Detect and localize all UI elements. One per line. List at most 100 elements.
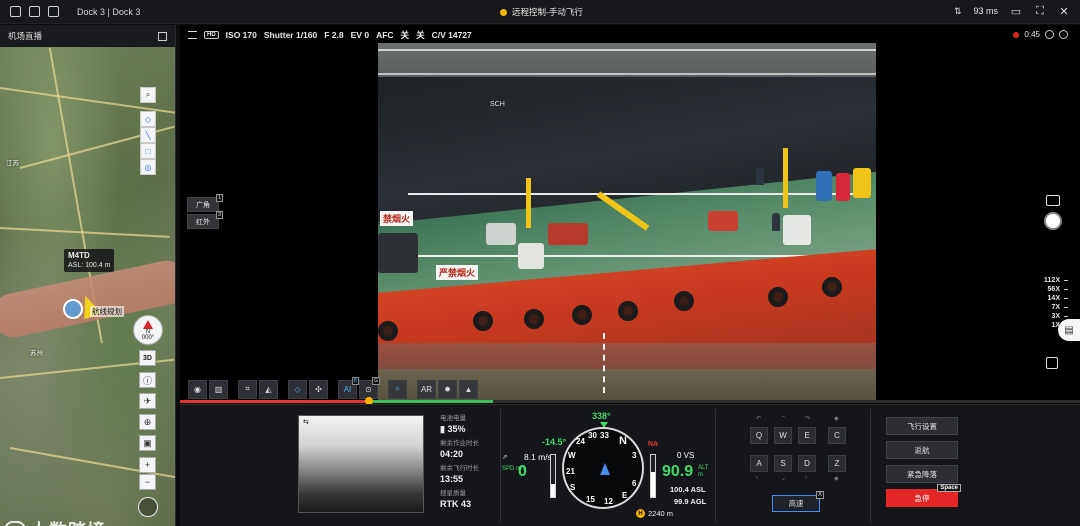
ai-icon[interactable]: AI B bbox=[338, 376, 359, 399]
fullscreen-icon[interactable]: ⛶ bbox=[1034, 5, 1046, 17]
lens-ir-button[interactable]: 红外 3 bbox=[187, 211, 223, 229]
split-icon[interactable]: ▥ bbox=[209, 379, 228, 399]
zoom-level[interactable]: 56X bbox=[1044, 286, 1068, 293]
signal-icon: ⇅ bbox=[953, 5, 962, 16]
menu-icon[interactable] bbox=[188, 31, 197, 39]
draft-marks bbox=[603, 333, 611, 393]
map-compass[interactable]: N 000° bbox=[133, 315, 163, 345]
nav-icon[interactable]: ▲ bbox=[459, 379, 478, 399]
key-q[interactable]: Q bbox=[750, 427, 768, 444]
compass-deg: 000° bbox=[141, 334, 155, 341]
iso-value[interactable]: ISO 170 bbox=[226, 30, 257, 40]
toggle-1[interactable]: 关 bbox=[401, 29, 410, 41]
search-icon[interactable]: ⌕ bbox=[140, 87, 156, 103]
shutter-button[interactable] bbox=[1044, 212, 1062, 230]
layers-icon[interactable]: ▣ bbox=[139, 435, 156, 451]
dial-label: N bbox=[619, 435, 627, 447]
map-orient-icon[interactable] bbox=[138, 497, 158, 517]
divider bbox=[500, 409, 501, 523]
key-z[interactable]: Z bbox=[828, 455, 846, 472]
toggle-2[interactable]: 关 bbox=[416, 29, 425, 41]
square-icon[interactable]: □ bbox=[140, 143, 156, 159]
dial-label: 30 bbox=[588, 431, 597, 440]
rtk-value: RTK 43 bbox=[440, 499, 472, 509]
dock-icon[interactable] bbox=[48, 6, 59, 17]
photo-icon[interactable]: ◉ bbox=[188, 379, 207, 399]
drone-icon[interactable] bbox=[10, 6, 21, 17]
circle-icon[interactable]: ◎ bbox=[140, 159, 156, 175]
progress-timeline[interactable] bbox=[180, 397, 1080, 405]
ar-icon[interactable]: AR bbox=[417, 379, 436, 399]
deck-barrel bbox=[836, 173, 850, 201]
secondary-feed[interactable]: ⇆ bbox=[298, 415, 424, 513]
light-icon[interactable]: ✹ bbox=[438, 379, 457, 399]
focus-frame-icon[interactable] bbox=[1046, 357, 1058, 369]
deck-tank bbox=[783, 215, 811, 245]
speed-mode-button[interactable]: 高速 X bbox=[772, 491, 824, 512]
line-icon[interactable]: ╲ bbox=[140, 127, 156, 143]
zoom-level[interactable]: 14X bbox=[1044, 295, 1068, 302]
down-icon: ⌄ bbox=[781, 476, 787, 482]
pin-icon[interactable]: ◇ bbox=[140, 111, 156, 127]
map-panel-header: 机场直播 bbox=[0, 25, 175, 47]
zoom-out-button[interactable]: − bbox=[139, 474, 156, 490]
live-label: 机场直播 bbox=[8, 31, 43, 41]
fender-tire bbox=[768, 287, 788, 307]
dial-label: 21 bbox=[566, 467, 575, 476]
map-view[interactable]: 江苏 苏州 镇江 ⌕ ◇ ╲ □ ◎ M4TD ASL: 100.4 m 航线规… bbox=[0, 47, 175, 526]
fstop-value[interactable]: F 2.8 bbox=[324, 30, 343, 40]
key-s[interactable]: S bbox=[774, 455, 792, 472]
altitude-bar bbox=[650, 454, 656, 498]
zoom-level[interactable]: 7X bbox=[1044, 304, 1068, 311]
dial-label: 3 bbox=[632, 451, 637, 460]
shortcut-key: Space bbox=[937, 484, 961, 492]
home-icon: H bbox=[636, 509, 645, 518]
rotate-right-icon: ↷ bbox=[805, 416, 811, 422]
settings-icon[interactable] bbox=[1059, 30, 1068, 39]
key-c[interactable]: C bbox=[828, 427, 846, 444]
focus-mode[interactable]: AFC bbox=[376, 30, 393, 40]
dial-label: 24 bbox=[576, 437, 585, 446]
shutter-value[interactable]: Shutter 1/160 bbox=[264, 30, 317, 40]
swap-icon[interactable]: ⇆ bbox=[303, 418, 309, 426]
target-icon[interactable]: ⊙ G bbox=[359, 376, 380, 399]
watermark-text: 大数踏境 bbox=[30, 517, 106, 526]
window-layout-icon[interactable]: ▭ bbox=[1010, 5, 1022, 18]
emergency-stop-button[interactable]: 急停 Space bbox=[886, 484, 961, 507]
close-icon[interactable]: ✕ bbox=[1058, 5, 1070, 18]
emergency-land-button[interactable]: 紧急降落 bbox=[886, 465, 958, 483]
fender-tire bbox=[473, 311, 493, 331]
person bbox=[772, 213, 780, 231]
sync-icon[interactable] bbox=[29, 6, 40, 17]
key-a[interactable]: A bbox=[750, 455, 768, 472]
diamond-icon[interactable]: ◇ bbox=[288, 379, 307, 399]
titlebar-right: ⇅ 93 ms ▭ ⛶ ✕ bbox=[953, 5, 1070, 18]
zoom-in-button[interactable]: + bbox=[139, 457, 156, 473]
zoom-level[interactable]: 112X bbox=[1044, 277, 1068, 284]
palette-icon[interactable]: ◭ bbox=[259, 379, 278, 399]
key-e[interactable]: E bbox=[798, 427, 816, 444]
video-feed[interactable]: SCH 禁烟火 严禁烟火 bbox=[378, 43, 876, 401]
crosshair-icon[interactable]: ✣ bbox=[309, 379, 328, 399]
flight-settings-button[interactable]: 飞行设置 bbox=[886, 417, 958, 435]
expand-icon[interactable] bbox=[158, 31, 167, 41]
deck-tarp bbox=[378, 233, 418, 273]
record-stop-icon[interactable] bbox=[1045, 30, 1054, 39]
locate-icon[interactable]: ⊕ bbox=[139, 414, 156, 430]
return-home-button[interactable]: 返航 bbox=[886, 441, 958, 459]
key-w[interactable]: W bbox=[774, 427, 792, 444]
aircraft-icon[interactable]: ✈ bbox=[139, 393, 156, 409]
frame-icon[interactable]: ⌗ bbox=[238, 379, 257, 399]
search-zoom-icon[interactable]: ⌕ bbox=[388, 379, 407, 399]
key-d[interactable]: D bbox=[798, 455, 816, 472]
ev-value[interactable]: EV 0 bbox=[351, 30, 369, 40]
chat-icon[interactable]: ▤ bbox=[1058, 319, 1080, 341]
deck-machine bbox=[548, 223, 588, 245]
toggle-3d-button[interactable]: 3D bbox=[139, 350, 156, 366]
lens-wide-button[interactable]: 广角 1 bbox=[187, 194, 223, 212]
fender-tire bbox=[572, 305, 592, 325]
camera-mode-icon[interactable] bbox=[1046, 195, 1060, 206]
info-icon[interactable]: ⓘ bbox=[139, 372, 156, 388]
heading-value: 338° bbox=[592, 411, 611, 421]
lens-ir-label: 红外 bbox=[196, 218, 210, 226]
